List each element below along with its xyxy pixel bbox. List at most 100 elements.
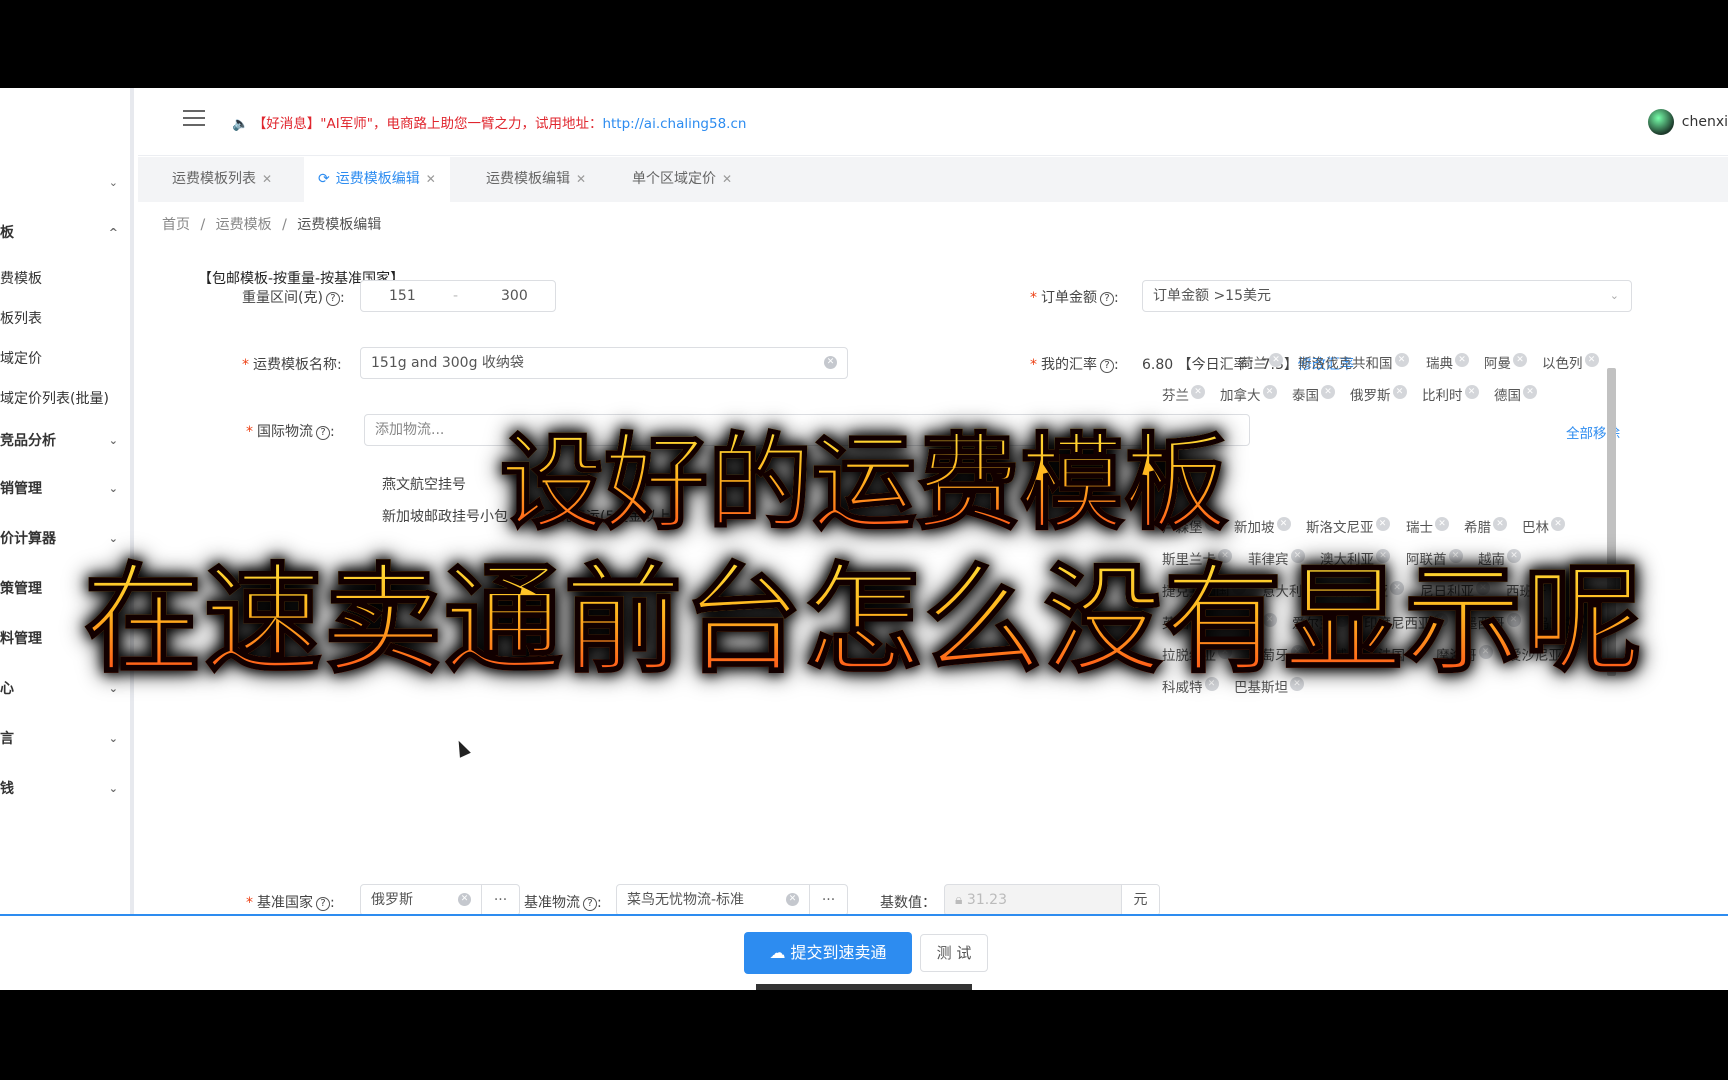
country-tag[interactable]: 拉脱维亚 ✕ — [1162, 644, 1232, 664]
close-icon[interactable]: ✕ — [1476, 581, 1490, 595]
logistics-tag[interactable]: 新加坡邮政挂号小包 — [382, 506, 508, 526]
close-icon[interactable]: ✕ — [1290, 645, 1305, 659]
tab-freight-template-list[interactable]: 运费模板列表 ✕ — [158, 157, 286, 202]
country-tag[interactable]: 荷兰 ✕ — [1240, 352, 1283, 372]
country-tag[interactable]: 巴基斯坦 ✕ — [1234, 676, 1304, 696]
sidebar-item[interactable]: 费模板 — [0, 264, 122, 294]
clear-icon[interactable]: ✕ — [458, 893, 471, 906]
country-tag[interactable]: 摩洛哥 ✕ — [1436, 644, 1493, 664]
close-icon[interactable]: ✕ — [722, 172, 732, 186]
tab-single-region-pricing[interactable]: 单个区域定价 ✕ — [618, 157, 746, 202]
country-tag[interactable]: 斯洛伐克共和国 ✕ — [1298, 352, 1409, 372]
country-tag[interactable]: 德国 ✕ — [1494, 384, 1537, 404]
breadcrumb-level1[interactable]: 运费模板 — [216, 217, 272, 233]
country-tag[interactable]: 挪威 ✕ — [1320, 644, 1363, 664]
close-icon[interactable]: ✕ — [1218, 645, 1232, 659]
sidebar-item[interactable]: ⌄ — [0, 168, 122, 198]
close-icon[interactable]: ✕ — [1276, 517, 1291, 531]
tab-freight-template-edit-active[interactable]: ⟳ 运费模板编辑 ✕ — [304, 157, 450, 202]
close-icon[interactable]: ✕ — [1435, 517, 1449, 531]
question-circle-icon[interactable]: ? — [325, 292, 340, 306]
close-icon[interactable]: ✕ — [1548, 581, 1563, 595]
chevron-down-icon[interactable]: ⌄ — [109, 524, 118, 554]
scrollbar-thumb[interactable] — [1607, 368, 1616, 676]
country-tag[interactable]: 阿联酋 ✕ — [1406, 548, 1463, 568]
close-icon[interactable]: ✕ — [1204, 677, 1219, 691]
country-tag[interactable]: 菲律宾 ✕ — [1248, 548, 1305, 568]
country-tag[interactable]: 越南 ✕ — [1478, 548, 1521, 568]
close-icon[interactable]: ✕ — [1448, 549, 1463, 563]
chevron-down-icon[interactable]: ⌄ — [109, 674, 118, 704]
close-icon[interactable]: ✕ — [576, 172, 586, 186]
sidebar-item[interactable]: 心 ⌄ — [0, 674, 122, 704]
close-icon[interactable]: ✕ — [1290, 677, 1304, 691]
close-icon[interactable]: ✕ — [1578, 613, 1593, 627]
close-icon[interactable]: ✕ — [1191, 385, 1205, 399]
question-circle-icon[interactable]: ? — [583, 897, 597, 911]
avatar[interactable] — [1647, 109, 1674, 135]
notice-link[interactable]: http://ai.chaling58.cn — [602, 116, 746, 132]
country-tag[interactable]: 以色列 ✕ — [1542, 352, 1599, 372]
tab-freight-template-edit[interactable]: 运费模板编辑 ✕ — [472, 157, 600, 202]
question-circle-icon[interactable]: ? — [1100, 292, 1114, 306]
clear-icon[interactable]: ✕ — [786, 893, 799, 906]
country-tag[interactable]: 西班牙 ✕ — [1506, 580, 1563, 600]
country-tag[interactable]: 保加利亚 ✕ — [1334, 580, 1404, 600]
country-tag[interactable]: 法国 ✕ — [1378, 644, 1421, 664]
close-icon[interactable]: ✕ — [1394, 353, 1409, 367]
country-tag[interactable]: 尼日利亚 ✕ — [1420, 580, 1490, 600]
country-tag[interactable]: 意大利 ✕ — [1262, 580, 1319, 600]
close-icon[interactable]: ✕ — [1262, 385, 1277, 399]
close-icon[interactable]: ✕ — [1376, 549, 1390, 563]
menu-fold-icon[interactable] — [183, 110, 205, 128]
country-tag[interactable]: 芬兰 ✕ — [1162, 384, 1205, 404]
country-tag[interactable]: 斯里兰卡 ✕ — [1162, 548, 1232, 568]
base-logistics-select[interactable]: 菜鸟无忧物流-标准 ✕ ··· — [616, 884, 848, 916]
sidebar-item[interactable]: 销管理 ⌄ — [0, 474, 122, 504]
close-icon[interactable]: ✕ — [1304, 581, 1319, 595]
country-tag[interactable]: 澳大利亚 ✕ — [1320, 548, 1390, 568]
close-icon[interactable]: ✕ — [1506, 613, 1521, 627]
intl-logistics-input[interactable]: 添加物流... — [364, 414, 1250, 446]
order-amount-select[interactable]: 订单金额 >15美元 ⌄ — [1142, 280, 1632, 312]
country-tag[interactable]: 瑞士 ✕ — [1406, 516, 1449, 536]
country-tag[interactable]: 捷克共和国 ✕ — [1162, 580, 1246, 600]
logistics-tag[interactable]: 无忧集运(5美金以上) — [544, 506, 676, 526]
more-icon[interactable]: ··· — [809, 885, 847, 915]
chevron-down-icon[interactable]: ⌄ — [109, 574, 118, 604]
country-tag[interactable]: 希腊 ✕ — [1464, 516, 1507, 536]
sidebar-item[interactable]: 钱 ⌄ — [0, 774, 122, 804]
close-icon[interactable]: ✕ — [1407, 645, 1421, 659]
sidebar-item[interactable]: 价计算器 ⌄ — [0, 524, 122, 554]
country-tag[interactable]: 阿曼 ✕ — [1484, 352, 1527, 372]
close-icon[interactable]: ✕ — [1349, 645, 1363, 659]
question-circle-icon[interactable]: ? — [1100, 359, 1114, 373]
close-icon[interactable]: ✕ — [1204, 517, 1219, 531]
close-icon[interactable]: ✕ — [1390, 581, 1404, 595]
close-icon[interactable]: ✕ — [1523, 385, 1537, 399]
chevron-down-icon[interactable]: ⌄ — [109, 168, 118, 198]
close-icon[interactable]: ✕ — [262, 172, 272, 186]
test-button[interactable]: 测 试 — [920, 934, 988, 972]
logistics-tag[interactable]: 燕文航空挂号 — [382, 474, 466, 494]
country-list-scrollbar[interactable] — [1606, 356, 1616, 678]
country-tag[interactable]: 泰国 ✕ — [1292, 384, 1335, 404]
weight-range-input[interactable]: 151 - 300 — [360, 280, 556, 312]
sidebar-item[interactable]: 域定价列表(批量) — [0, 384, 122, 414]
country-tag[interactable]: 墨西哥 ✕ — [1464, 612, 1521, 632]
close-icon[interactable]: ✕ — [1334, 613, 1349, 627]
country-tag[interactable]: 奥地利 ✕ — [1220, 612, 1277, 632]
chevron-down-icon[interactable]: ⌄ — [109, 774, 118, 804]
close-icon[interactable]: ✕ — [426, 172, 436, 186]
sidebar-item[interactable]: 板 ^ — [0, 218, 122, 248]
more-icon[interactable]: ··· — [481, 885, 519, 915]
close-icon[interactable]: ✕ — [1262, 613, 1277, 627]
sidebar-item[interactable]: 料管理 ⌄ — [0, 624, 122, 654]
submit-to-aliexpress-button[interactable]: ☁ 提交到速卖通 — [744, 932, 912, 974]
chevron-down-icon[interactable]: ⌄ — [109, 426, 118, 456]
sidebar-item[interactable]: 竞品分析 ⌄ — [0, 426, 122, 456]
country-tag[interactable]: 比利时 ✕ — [1422, 384, 1479, 404]
close-icon[interactable]: ✕ — [1478, 645, 1493, 659]
country-tag[interactable]: 科威特 ✕ — [1162, 676, 1219, 696]
country-tag[interactable]: 葡萄牙 ✕ — [1248, 644, 1305, 664]
